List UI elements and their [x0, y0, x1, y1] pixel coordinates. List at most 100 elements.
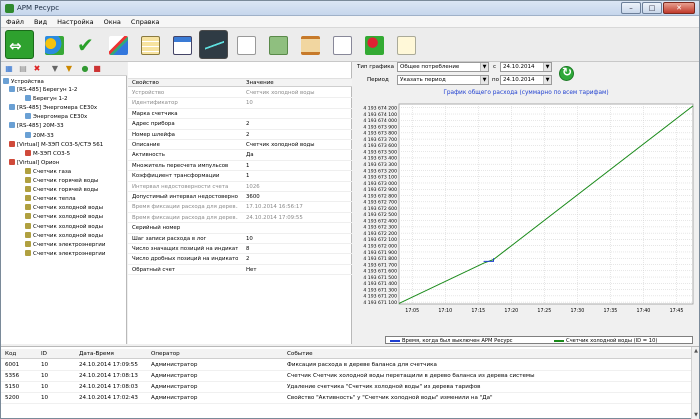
- log-row[interactable]: 5356 10 24.10.2014 17:08:13 Администратор Сч…: [1, 371, 691, 382]
- envelope-button[interactable]: [327, 30, 356, 59]
- money-button[interactable]: [263, 30, 292, 59]
- property-value[interactable]: 17.10.2014 16:56:17: [246, 204, 303, 210]
- property-row[interactable]: Марка счетчика: [128, 109, 352, 120]
- property-row[interactable]: Допустимый интервал недостоверно... 3600: [128, 192, 352, 203]
- tree-node[interactable]: Счетчик холодной воды: [25, 222, 103, 231]
- log-scrollbar[interactable]: ▲ ▼: [691, 347, 699, 419]
- tools-button[interactable]: [103, 30, 132, 59]
- property-value[interactable]: Счетчик холодной воды: [246, 142, 315, 148]
- back-forward-button[interactable]: ⇔: [5, 30, 34, 59]
- scroll-down-icon[interactable]: ▼: [693, 412, 699, 418]
- to-date-picker[interactable]: 24.10.2014 ▼: [500, 75, 552, 85]
- property-value[interactable]: 10: [246, 236, 253, 242]
- menu-settings[interactable]: Настройка: [52, 16, 98, 27]
- property-row[interactable]: Время фиксации расхода для дерев... 24.10…: [128, 213, 352, 224]
- log-col-datetime[interactable]: Дата-Время: [79, 351, 114, 357]
- report-button[interactable]: [391, 30, 420, 59]
- tree-node[interactable]: М-ЗЭП СО3-5: [25, 149, 70, 158]
- tree-root[interactable]: Устройства: [3, 78, 44, 86]
- property-value[interactable]: 1: [246, 163, 249, 169]
- menu-help[interactable]: Справка: [126, 16, 165, 27]
- property-row[interactable]: Шаг записи расхода в лог 10: [128, 234, 352, 244]
- tree-node[interactable]: Счетчик горячей воды: [25, 186, 98, 194]
- tree-node[interactable]: Счетчик тепла: [25, 195, 76, 203]
- property-value[interactable]: 24.10.2014 17:09:55: [246, 215, 303, 221]
- tree-node[interactable]: Счетчик холодной воды: [25, 231, 103, 240]
- property-value[interactable]: 10: [246, 100, 253, 106]
- property-value[interactable]: Да: [246, 152, 254, 158]
- tree-node[interactable]: Счетчик газа: [25, 167, 71, 176]
- property-row[interactable]: Описание Счетчик холодной воды: [128, 140, 352, 151]
- property-row[interactable]: Идентификатор 10: [128, 98, 352, 109]
- property-value[interactable]: 2: [246, 121, 249, 127]
- add-device-icon[interactable]: ▦: [5, 65, 13, 73]
- refresh-icon[interactable]: [559, 65, 574, 81]
- users-button[interactable]: [39, 30, 68, 59]
- table-button[interactable]: [135, 30, 164, 59]
- chart-type-select[interactable]: Общее потребление ▼: [397, 62, 489, 72]
- property-row[interactable]: Серийный номер: [128, 223, 352, 234]
- property-row[interactable]: Время фиксации расхода для дерев... 17.10…: [128, 202, 352, 213]
- property-value[interactable]: 2: [246, 132, 249, 138]
- tree-node[interactable]: [Virtual] М-ЗЭП СО3-5/СТЭ 561: [9, 140, 103, 149]
- minimize-button[interactable]: –: [621, 2, 641, 14]
- property-row[interactable]: Число дробных позиций на индикато... 2: [128, 254, 352, 265]
- tree-node[interactable]: [RS-485] Берегун 1-2: [9, 86, 77, 94]
- delete-icon[interactable]: ✖: [33, 65, 41, 73]
- hourglass-button[interactable]: [295, 30, 324, 59]
- property-value[interactable]: 1026: [246, 184, 260, 190]
- property-row[interactable]: Активность Да: [128, 150, 352, 161]
- edit-icon[interactable]: ▤: [19, 65, 27, 73]
- tree-node[interactable]: Энергомера СЕ30x: [25, 113, 87, 121]
- log-col-operator[interactable]: Оператор: [151, 351, 180, 357]
- property-value[interactable]: 2: [246, 256, 249, 262]
- property-row[interactable]: Адрес прибора 2: [128, 119, 352, 130]
- log-col-event[interactable]: Событие: [287, 351, 313, 357]
- menu-windows[interactable]: Окна: [99, 16, 126, 27]
- property-row[interactable]: Число значащих позиций на индикат... 8: [128, 244, 352, 255]
- property-row[interactable]: Номер шлейфа 2: [128, 130, 352, 140]
- col-property[interactable]: Свойство: [132, 80, 159, 86]
- tree-node[interactable]: Счетчик холодной воды: [25, 204, 103, 212]
- tree-node[interactable]: [RS-485] Энергомера СЕ30x: [9, 104, 97, 112]
- filter-icon[interactable]: ▼: [51, 65, 59, 73]
- tree-node[interactable]: Счетчик электроэнергии: [25, 249, 105, 258]
- property-row[interactable]: Интервал недостоверности счета 1026: [128, 182, 352, 192]
- user-settings-button[interactable]: [359, 30, 388, 59]
- property-row[interactable]: Множитель пересчета импульсов 1: [128, 161, 352, 172]
- scroll-up-icon[interactable]: ▲: [693, 348, 699, 354]
- menu-view[interactable]: Вид: [29, 16, 52, 27]
- tree-node[interactable]: Счетчик электроэнергии: [25, 240, 105, 249]
- tree-node[interactable]: 20М-33: [25, 131, 54, 140]
- property-value[interactable]: Нет: [246, 267, 257, 273]
- refresh-tree-icon[interactable]: ●: [81, 65, 89, 73]
- tree-node[interactable]: Счетчик горячей воды: [25, 177, 98, 185]
- maximize-button[interactable]: □: [642, 2, 662, 14]
- chart-button[interactable]: [199, 30, 228, 59]
- dashboard-button[interactable]: [167, 30, 196, 59]
- log-col-code[interactable]: Код: [5, 351, 16, 357]
- filter-clear-icon[interactable]: ▼: [65, 65, 73, 73]
- property-value[interactable]: 1: [246, 173, 249, 179]
- stop-icon[interactable]: ■: [93, 65, 101, 73]
- tree-node[interactable]: [Virtual] Орион: [9, 158, 59, 167]
- check-button[interactable]: ✔: [71, 30, 100, 59]
- log-col-id[interactable]: ID: [41, 351, 47, 357]
- property-value[interactable]: 3600: [246, 194, 260, 200]
- from-date-picker[interactable]: 24.10.2014 ▼: [500, 62, 552, 72]
- log-row[interactable]: 6001 10 24.10.2014 17:09:55 Администратор Фи…: [1, 360, 691, 371]
- tree-node[interactable]: Счетчик холодной воды: [25, 213, 103, 221]
- property-value[interactable]: 8: [246, 246, 249, 252]
- period-select[interactable]: Указать период ▼: [397, 75, 489, 85]
- menu-file[interactable]: Файл: [1, 16, 29, 27]
- log-row[interactable]: 5150 10 24.10.2014 17:08:03 Администратор Уд…: [1, 382, 691, 393]
- property-row[interactable]: Коэффициент трансформации 1: [128, 171, 352, 182]
- tree-node[interactable]: [RS-485] 20М-33: [9, 122, 64, 130]
- property-row[interactable]: Устройство Счетчик холодной воды: [128, 88, 352, 99]
- col-value[interactable]: Значение: [246, 80, 274, 86]
- property-row[interactable]: Обратный счет Нет: [128, 265, 352, 276]
- log-row[interactable]: 5200 10 24.10.2014 17:02:43 Администратор Св…: [1, 393, 691, 404]
- tree-node[interactable]: Берегун 1-2: [25, 95, 68, 103]
- property-value[interactable]: Счетчик холодной воды: [246, 90, 315, 96]
- close-button[interactable]: ✕: [663, 2, 695, 14]
